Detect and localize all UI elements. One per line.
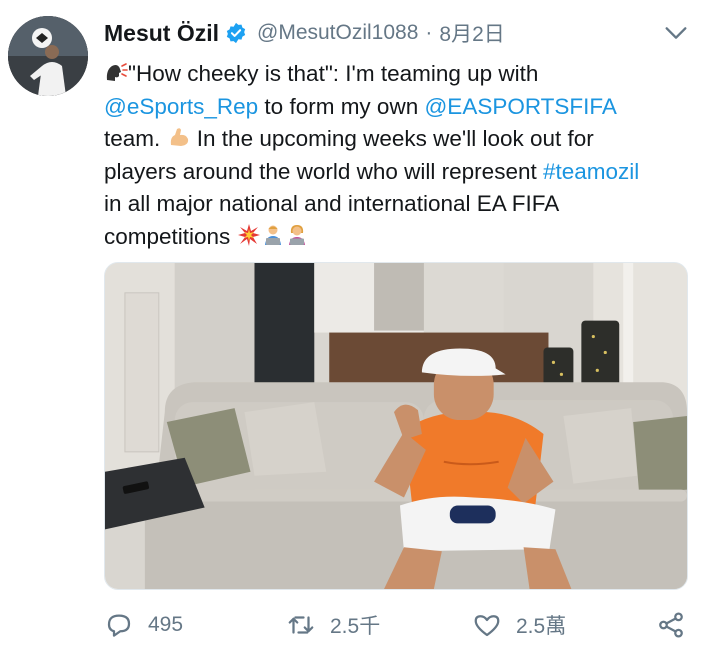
man-technologist-emoji	[264, 225, 281, 245]
mention-easportsfifa[interactable]: @EASPORTSFIFA	[424, 94, 616, 119]
tweet-text-line-4: players around the world who will repres…	[104, 158, 543, 184]
flexed-biceps-emoji	[170, 128, 188, 146]
author-avatar[interactable]	[8, 16, 88, 96]
retweet-count: 2.5千	[330, 615, 381, 638]
like-button[interactable]: 2.5萬	[472, 608, 566, 642]
tweet-actions: 495 2.5千 2.5萬	[104, 608, 694, 642]
tweet-text-line-2: to form my own	[258, 93, 425, 119]
hashtag-teamozil[interactable]: #teamozil	[543, 159, 639, 184]
heart-icon	[474, 615, 500, 637]
mention-esports-rep[interactable]: @eSports_Rep	[104, 94, 258, 119]
retweet-icon	[288, 616, 314, 634]
tweet-photo[interactable]	[104, 262, 688, 590]
author-handle[interactable]: @MesutOzil1088	[257, 21, 418, 45]
tweet-header: Mesut Özil @MesutOzil1088 · 8月2日	[104, 16, 690, 50]
share-button[interactable]	[656, 608, 686, 642]
chevron-down-icon[interactable]	[662, 19, 690, 47]
tweet-text-line-1: "How cheeky is that": I'm teaming up wit…	[128, 61, 539, 86]
retweet-button[interactable]: 2.5千	[286, 608, 380, 642]
tweet-text: "How cheeky is that": I'm teaming up wit…	[104, 58, 694, 253]
collision-emoji	[237, 223, 260, 246]
speaking-head-emoji	[106, 63, 128, 81]
woman-technologist-emoji	[288, 224, 305, 245]
tweet-date[interactable]: 8月2日	[439, 18, 504, 48]
author-name[interactable]: Mesut Özil	[104, 20, 219, 47]
reply-icon	[107, 614, 131, 637]
reply-count: 495	[148, 613, 184, 636]
tweet-text-line-5: in all major national and international …	[104, 191, 560, 216]
separator-dot: ·	[425, 21, 433, 44]
tweet-text-line-3a: team.	[104, 126, 167, 151]
share-icon	[659, 612, 683, 638]
reply-button[interactable]: 495	[104, 608, 183, 642]
tweet-text-line-6: competitions	[104, 223, 231, 249]
photo-image	[105, 263, 687, 589]
tweet-text-line-3b: In the upcoming weeks we'll look out for	[190, 126, 594, 151]
like-count: 2.5萬	[516, 615, 567, 638]
verified-badge-icon	[226, 22, 246, 44]
avatar-image	[8, 16, 88, 96]
